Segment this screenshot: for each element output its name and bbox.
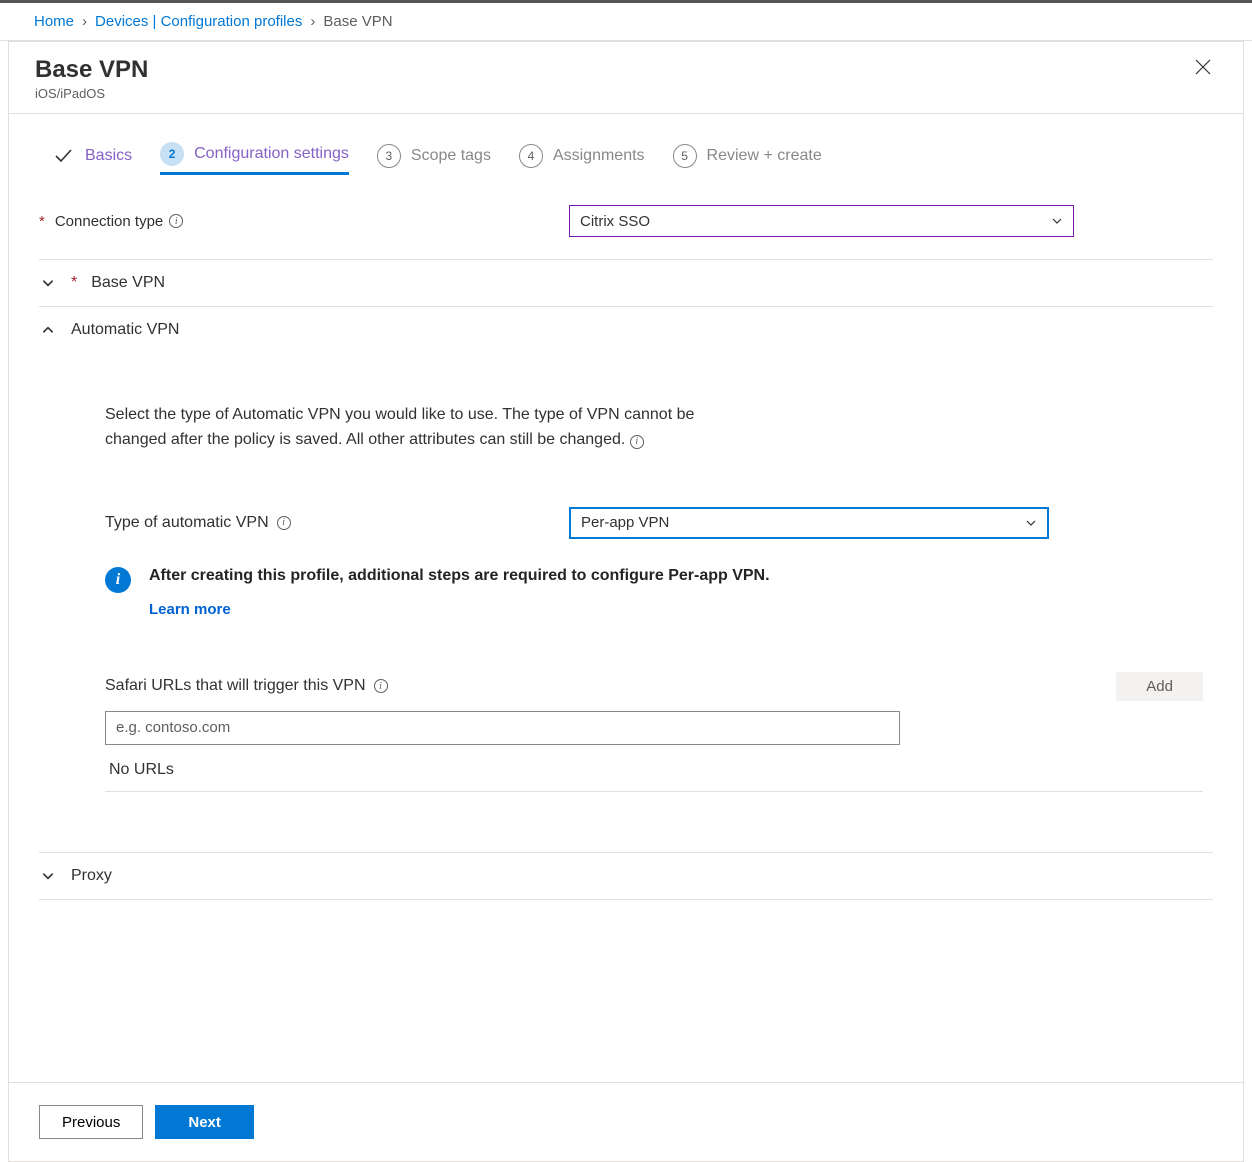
wizard-steps: Basics 2 Configuration settings 3 Scope … [9,114,1243,179]
add-button[interactable]: Add [1116,672,1203,701]
close-button[interactable] [1189,56,1217,83]
breadcrumb-devices[interactable]: Devices | Configuration profiles [95,13,302,30]
page-title: Base VPN [35,56,148,84]
chevron-down-icon [1051,215,1063,227]
step-label: Review + create [707,147,822,165]
chevron-down-icon [39,276,57,290]
no-urls-text: No URLs [105,749,1203,792]
select-value: Citrix SSO [580,213,650,230]
step-number-badge: 4 [519,144,543,168]
info-message: After creating this profile, additional … [149,567,770,585]
chevron-right-icon: › [82,13,87,30]
info-icon[interactable]: i [374,679,388,693]
previous-button[interactable]: Previous [39,1105,143,1139]
expander-label: Automatic VPN [71,321,179,339]
info-icon[interactable]: i [169,214,183,228]
close-icon [1195,59,1211,75]
step-label: Configuration settings [194,145,349,163]
automatic-vpn-help: Select the type of Automatic VPN you wou… [105,403,715,453]
info-icon[interactable]: i [277,516,291,530]
info-callout: i After creating this profile, additiona… [105,567,1203,618]
step-number-badge: 5 [673,144,697,168]
connection-type-select[interactable]: Citrix SSO [569,205,1074,237]
step-label: Assignments [553,147,645,165]
breadcrumb: Home › Devices | Configuration profiles … [0,3,1252,41]
step-review-create[interactable]: 5 Review + create [673,144,822,168]
step-assignments[interactable]: 4 Assignments [519,144,645,168]
step-configuration-settings[interactable]: 2 Configuration settings [160,142,349,175]
step-basics[interactable]: Basics [51,146,132,166]
safari-url-input[interactable] [105,711,900,745]
checkmark-icon [51,146,75,166]
base-vpn-expander[interactable]: * Base VPN [39,260,1213,306]
breadcrumb-home[interactable]: Home [34,13,74,30]
safari-urls-label: Safari URLs that will trigger this VPN i [105,677,388,695]
step-label: Basics [85,147,132,165]
info-icon: i [105,567,131,593]
chevron-right-icon: › [310,13,315,30]
step-number-badge: 3 [377,144,401,168]
next-button[interactable]: Next [155,1105,254,1139]
step-number-badge: 2 [160,142,184,166]
auto-vpn-type-label: Type of automatic VPN i [105,514,569,532]
label-text: Connection type [55,213,163,230]
chevron-up-icon [39,323,57,337]
required-asterisk: * [39,213,45,230]
chevron-down-icon [1025,517,1037,529]
expander-label: Base VPN [91,274,165,292]
connection-type-label: * Connection type i [39,213,569,230]
auto-vpn-type-select[interactable]: Per-app VPN [569,507,1049,539]
breadcrumb-current: Base VPN [323,13,392,30]
select-value: Per-app VPN [581,514,669,531]
chevron-down-icon [39,869,57,883]
required-asterisk: * [71,274,77,292]
expander-label: Proxy [71,867,112,885]
learn-more-link[interactable]: Learn more [149,601,231,618]
page-subtitle: iOS/iPadOS [35,86,148,101]
automatic-vpn-expander[interactable]: Automatic VPN [39,307,1213,353]
proxy-expander[interactable]: Proxy [39,853,1213,899]
step-scope-tags[interactable]: 3 Scope tags [377,144,491,168]
info-icon[interactable]: i [630,435,644,449]
wizard-footer: Previous Next [9,1082,1243,1161]
step-label: Scope tags [411,147,491,165]
